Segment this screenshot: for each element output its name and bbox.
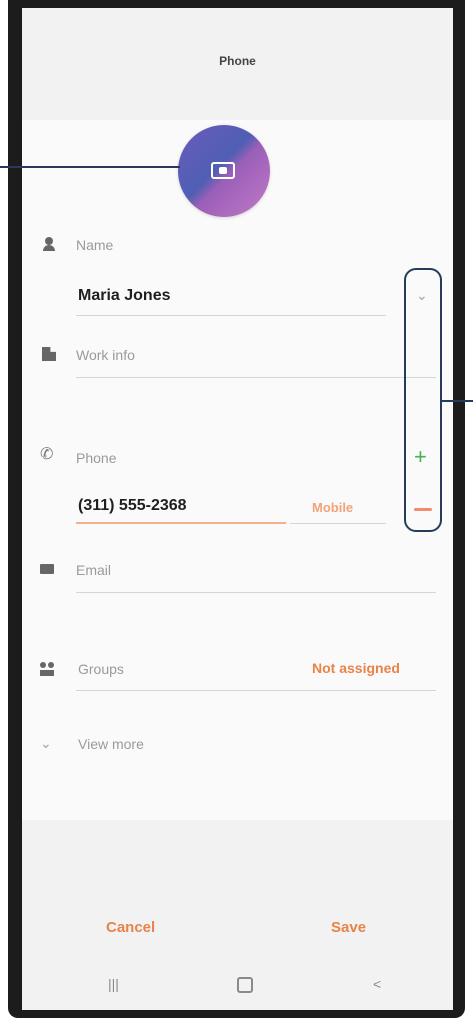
phone-underline-active xyxy=(76,522,286,524)
home-icon[interactable] xyxy=(237,977,253,993)
groups-selector[interactable]: Not assigned xyxy=(312,660,400,676)
name-underline xyxy=(76,315,386,316)
chevron-down-icon: ⌄ xyxy=(40,735,52,751)
groups-label: Groups xyxy=(78,661,124,677)
phone-label: Phone xyxy=(76,450,117,466)
header-bar: Phone xyxy=(22,8,453,120)
email-field[interactable]: Email xyxy=(76,562,111,578)
back-icon[interactable]: < xyxy=(373,976,381,992)
app-title: Phone xyxy=(219,54,256,68)
contact-form xyxy=(22,120,453,820)
email-icon xyxy=(40,564,54,574)
name-label: Name xyxy=(76,237,114,253)
photo-callout-line xyxy=(0,166,180,168)
work-underline xyxy=(76,377,436,378)
phone-icon: ✆ xyxy=(40,446,54,463)
controls-callout-line xyxy=(442,400,473,402)
view-more-button[interactable]: View more xyxy=(78,736,144,752)
save-button[interactable]: Save xyxy=(331,919,366,936)
contact-photo-button[interactable] xyxy=(178,125,270,217)
groups-icon xyxy=(40,662,54,676)
work-info-field[interactable]: Work info xyxy=(76,347,135,363)
email-underline xyxy=(76,592,436,593)
camera-icon xyxy=(211,162,235,179)
phone-number-field[interactable]: (311) 555-2368 xyxy=(78,497,187,515)
phone-type-underline xyxy=(290,523,386,524)
recent-apps-icon[interactable]: ||| xyxy=(108,976,119,992)
phone-type-dropdown[interactable]: Mobile xyxy=(312,500,353,515)
field-controls-callout xyxy=(404,268,442,532)
groups-underline xyxy=(76,690,436,691)
cancel-button[interactable]: Cancel xyxy=(106,919,155,936)
person-icon xyxy=(42,237,56,251)
name-field[interactable]: Maria Jones xyxy=(78,287,170,305)
